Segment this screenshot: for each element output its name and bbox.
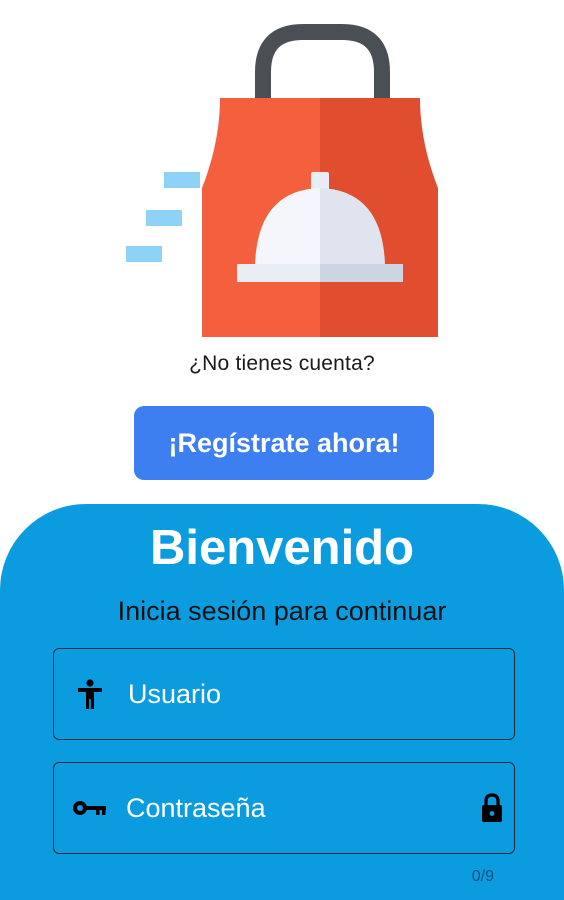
cloche-plate-left	[237, 264, 320, 282]
speed-line	[164, 172, 200, 188]
password-field[interactable]	[53, 762, 515, 854]
username-input[interactable]	[108, 649, 514, 739]
cloche-plate-right	[320, 264, 403, 282]
key-icon	[72, 790, 106, 826]
login-panel: Bienvenido Inicia sesión para continuar	[0, 504, 564, 900]
register-button[interactable]: ¡Regístrate ahora!	[134, 406, 434, 480]
login-subtitle: Inicia sesión para continuar	[117, 596, 447, 626]
password-input[interactable]	[106, 763, 480, 853]
username-field[interactable]	[53, 648, 515, 740]
no-account-prompt: ¿No tienes cuenta?	[189, 352, 375, 375]
speed-line	[146, 210, 182, 226]
speed-line	[126, 246, 162, 262]
welcome-title: Bienvenido	[149, 521, 415, 575]
accessibility-person-icon	[72, 676, 108, 712]
password-char-counter: 0/9	[471, 868, 494, 885]
food-delivery-bag-icon	[120, 22, 450, 342]
lock-icon[interactable]	[480, 790, 504, 826]
